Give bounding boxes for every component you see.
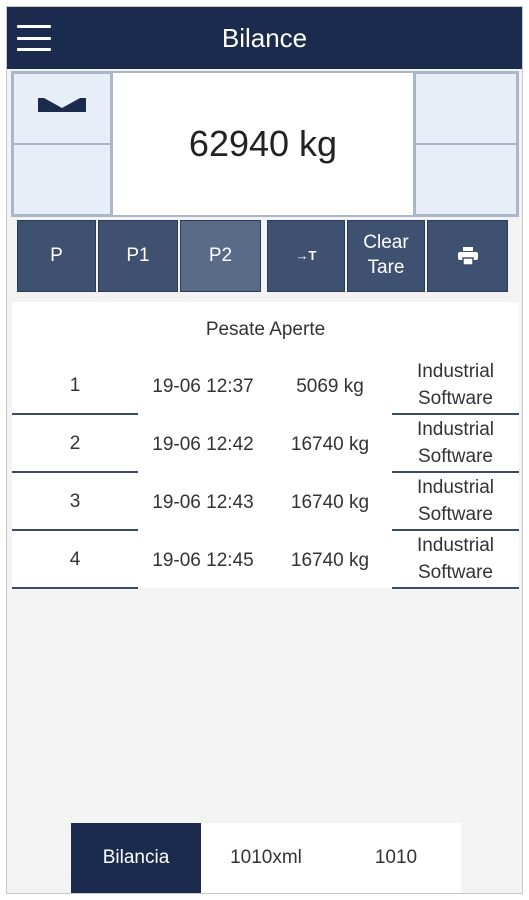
table-row[interactable]: 1 19-06 12:37 5069 kg Industrial Softwar… [12, 358, 519, 415]
weight-display: 62940 kg [111, 73, 415, 215]
row-weight: 16740 kg [290, 491, 370, 513]
row-number: 3 [12, 474, 138, 531]
p2-button[interactable]: P2 [180, 220, 261, 292]
row-operator: Industrial Software [392, 416, 519, 473]
row-operator: Industrial Software [392, 532, 519, 589]
row-date: 19-06 12:45 [152, 549, 254, 571]
tab-1010[interactable]: 1010 [331, 823, 461, 893]
row-weight: 5069 kg [296, 375, 364, 397]
scale-cell-top-left [13, 73, 111, 144]
row-date: 19-06 12:42 [152, 433, 254, 455]
open-weighings-table: Pesate Aperte 1 19-06 12:37 5069 kg Indu… [12, 302, 519, 589]
row-number: 4 [12, 532, 138, 589]
scale-toolbar: P P1 P2 →T Clear Tare [17, 220, 514, 292]
row-weight: 16740 kg [290, 433, 370, 455]
tab-bilancia[interactable]: Bilancia [71, 823, 201, 893]
page-title: Bilance [221, 23, 308, 53]
tare-button[interactable]: →T [267, 220, 345, 292]
scale-panel: 62940 kg [11, 71, 519, 217]
printer-icon [457, 247, 478, 265]
scale-cell-bottom-right [415, 144, 517, 215]
row-date: 19-06 12:37 [152, 375, 254, 397]
table-row[interactable]: 3 19-06 12:43 16740 kg Industrial Softwa… [12, 474, 519, 531]
clear-tare-button[interactable]: Clear Tare [347, 220, 425, 292]
app-bar: Bilance [7, 7, 522, 69]
table-row[interactable]: 4 19-06 12:45 16740 kg Industrial Softwa… [12, 532, 519, 589]
table-row[interactable]: 2 19-06 12:42 16740 kg Industrial Softwa… [12, 416, 519, 473]
bottom-tab-bar: Bilancia 1010xml 1010 [71, 823, 461, 893]
row-date: 19-06 12:43 [152, 491, 254, 513]
row-number: 1 [12, 358, 138, 415]
print-button[interactable] [427, 220, 508, 292]
tab-1010xml[interactable]: 1010xml [201, 823, 331, 893]
table-title: Pesate Aperte [205, 319, 326, 340]
p-button[interactable]: P [17, 220, 96, 292]
row-operator: Industrial Software [392, 474, 519, 531]
scale-cell-bottom-left [13, 144, 111, 215]
row-operator: Industrial Software [392, 358, 519, 415]
tare-arrow-icon: →T [295, 247, 317, 263]
scale-tray-icon [38, 98, 86, 112]
row-weight: 16740 kg [290, 549, 370, 571]
scale-cell-top-right [415, 73, 517, 144]
row-number: 2 [12, 416, 138, 473]
app-window: Bilance 62940 kg P P1 P2 →T Clear Tare P [6, 6, 523, 894]
p1-button[interactable]: P1 [98, 220, 178, 292]
